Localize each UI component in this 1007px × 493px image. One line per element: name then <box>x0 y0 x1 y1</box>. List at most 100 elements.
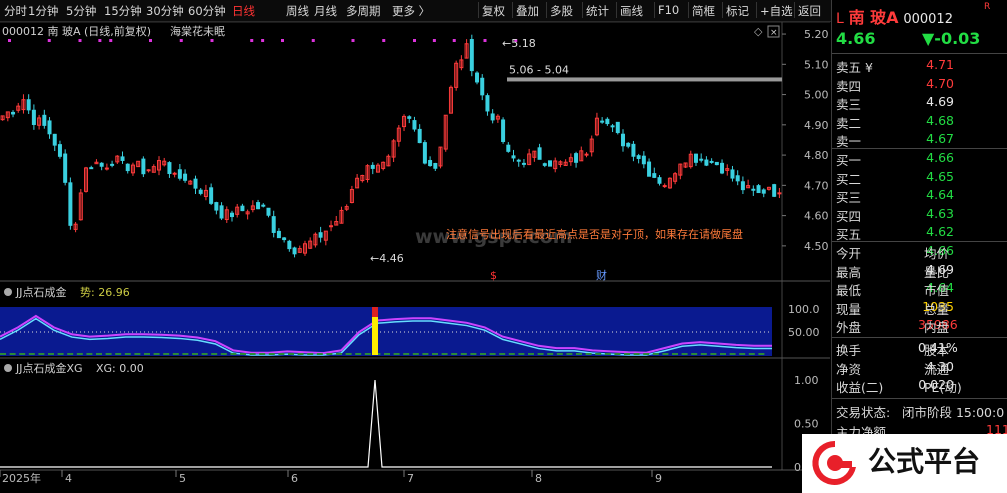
toolbar-button[interactable]: 画线 <box>620 3 643 19</box>
p2-bar <box>652 353 659 355</box>
quote-value: 4.70 <box>926 75 954 91</box>
p2-bar <box>268 353 275 355</box>
toolbar-button[interactable]: 标记 <box>726 3 749 19</box>
period-tab[interactable]: 1分钟 <box>28 3 58 19</box>
p2-bar <box>412 353 419 355</box>
x-tick-label: 8 <box>535 472 542 485</box>
p2-bar <box>163 353 170 355</box>
period-tab[interactable]: 15分钟 <box>104 3 142 19</box>
p2-bar <box>556 353 563 355</box>
signal-dot <box>98 39 102 42</box>
x-tick-label: 6 <box>291 472 298 485</box>
p2-signal-top <box>372 307 378 317</box>
candle-body <box>167 162 172 174</box>
p2-bar <box>585 353 592 355</box>
candle-body <box>641 155 646 165</box>
p2-bar <box>307 353 314 355</box>
signal-dot <box>250 39 254 42</box>
signal-dot <box>78 39 82 42</box>
toolbar-button[interactable]: 返回 <box>798 3 821 19</box>
period-tab[interactable]: 30分钟 <box>146 3 184 19</box>
toolbar-button[interactable]: F10 <box>658 3 679 17</box>
quote-label: 今开 <box>836 246 862 261</box>
candle-body <box>99 162 104 167</box>
p2-bar <box>528 353 534 355</box>
toolbar-button[interactable]: 统计 <box>586 3 609 19</box>
candle-body <box>485 95 490 112</box>
p2-bar <box>499 353 506 355</box>
p2-bar <box>96 353 102 355</box>
quote-label: 买三 <box>836 190 862 205</box>
x-tick-label: 7 <box>407 472 414 485</box>
toolbar-button[interactable]: +自选 <box>760 3 793 19</box>
signal-dot <box>351 39 355 42</box>
p2-bar <box>451 353 458 355</box>
p2-bar <box>0 353 6 355</box>
toolbar-button[interactable]: 复权 <box>482 3 505 19</box>
candle-body <box>110 163 115 166</box>
candle-body <box>292 247 297 255</box>
candle-body <box>42 114 47 126</box>
candle-body <box>777 192 782 195</box>
period-tab[interactable]: 60分钟 <box>188 3 226 19</box>
p2-bar <box>739 353 746 355</box>
period-tab[interactable]: 多周期 <box>346 3 381 19</box>
period-tab[interactable]: 周线 <box>286 3 309 19</box>
signal-dot <box>382 39 386 42</box>
quote-value: 4.66 <box>926 150 954 165</box>
quote-label-2: 市值 <box>924 283 950 298</box>
candle-body <box>714 161 719 166</box>
p2-bar <box>326 353 333 355</box>
period-tab[interactable]: 分时 <box>4 3 27 19</box>
candle-body <box>772 184 777 197</box>
period-tab[interactable]: 月线 <box>314 3 337 19</box>
panel-toggle-icon <box>4 364 12 372</box>
x-tick-label: 4 <box>65 472 72 485</box>
quote-row: 卖一 4.67 <box>836 130 1007 149</box>
p2-bar <box>230 353 237 355</box>
p2-bar <box>86 353 93 355</box>
p2-bar <box>57 353 64 355</box>
p2-bar <box>220 353 227 355</box>
candle-body <box>647 161 652 177</box>
quote-row: 买四 4.63 <box>836 205 1007 224</box>
brand-logo: 公式平台 <box>802 434 1007 493</box>
p2-bar <box>192 353 198 355</box>
p2-bar <box>604 353 611 355</box>
y-tick-label: 5.00 <box>804 89 829 102</box>
candle-body <box>318 232 323 238</box>
candle-body <box>89 167 94 170</box>
quote-row: 买二 4.65 <box>836 168 1007 187</box>
p2-bar <box>259 353 266 355</box>
quote-label: 卖四 <box>836 78 862 94</box>
candle-body <box>610 125 615 128</box>
chart-area[interactable]: 000012 南 玻A (日线,前复权) 海棠花未眠 ◇ × 5.20 5.10 5.00 4… <box>0 22 830 493</box>
y-tick-label: 4.70 <box>804 179 829 192</box>
quote-label-2: 总量 <box>924 301 950 317</box>
p2-bar <box>700 353 707 355</box>
y-tick-label: 5.10 <box>804 58 829 71</box>
p2-bar <box>518 353 525 355</box>
panel2-value: 势: 26.96 <box>80 286 130 299</box>
candle-body <box>57 144 62 157</box>
signal-dot <box>179 39 183 42</box>
period-tab[interactable]: 5分钟 <box>66 3 96 19</box>
quote-value: 4.64 <box>926 187 954 202</box>
p2-bar <box>432 353 438 355</box>
note-text: 注意信号出现后看最近高点是否是对子顶，如果存在请做尾盘 <box>446 227 743 241</box>
quote-label-2: 量比 <box>924 264 950 280</box>
quote-row: 买五 4.62 <box>836 223 1007 242</box>
quote-label: 卖五 ¥ <box>836 60 873 75</box>
quote-label-2: PE(动) <box>924 380 962 395</box>
p2-bar <box>345 353 352 355</box>
toolbar-button[interactable]: 简框 <box>692 3 715 19</box>
period-tab[interactable]: 更多 〉 <box>392 3 430 19</box>
indicator-name: 海棠花未眠 <box>170 24 225 38</box>
candle-body <box>417 128 422 144</box>
p2-bar <box>470 353 477 355</box>
quote-label: 外盘 <box>836 320 862 335</box>
period-tab[interactable]: 日线 <box>232 3 255 19</box>
toolbar-button[interactable]: 多股 <box>550 3 573 19</box>
toolbar-button[interactable]: 叠加 <box>516 3 539 19</box>
candle-body <box>104 167 109 170</box>
